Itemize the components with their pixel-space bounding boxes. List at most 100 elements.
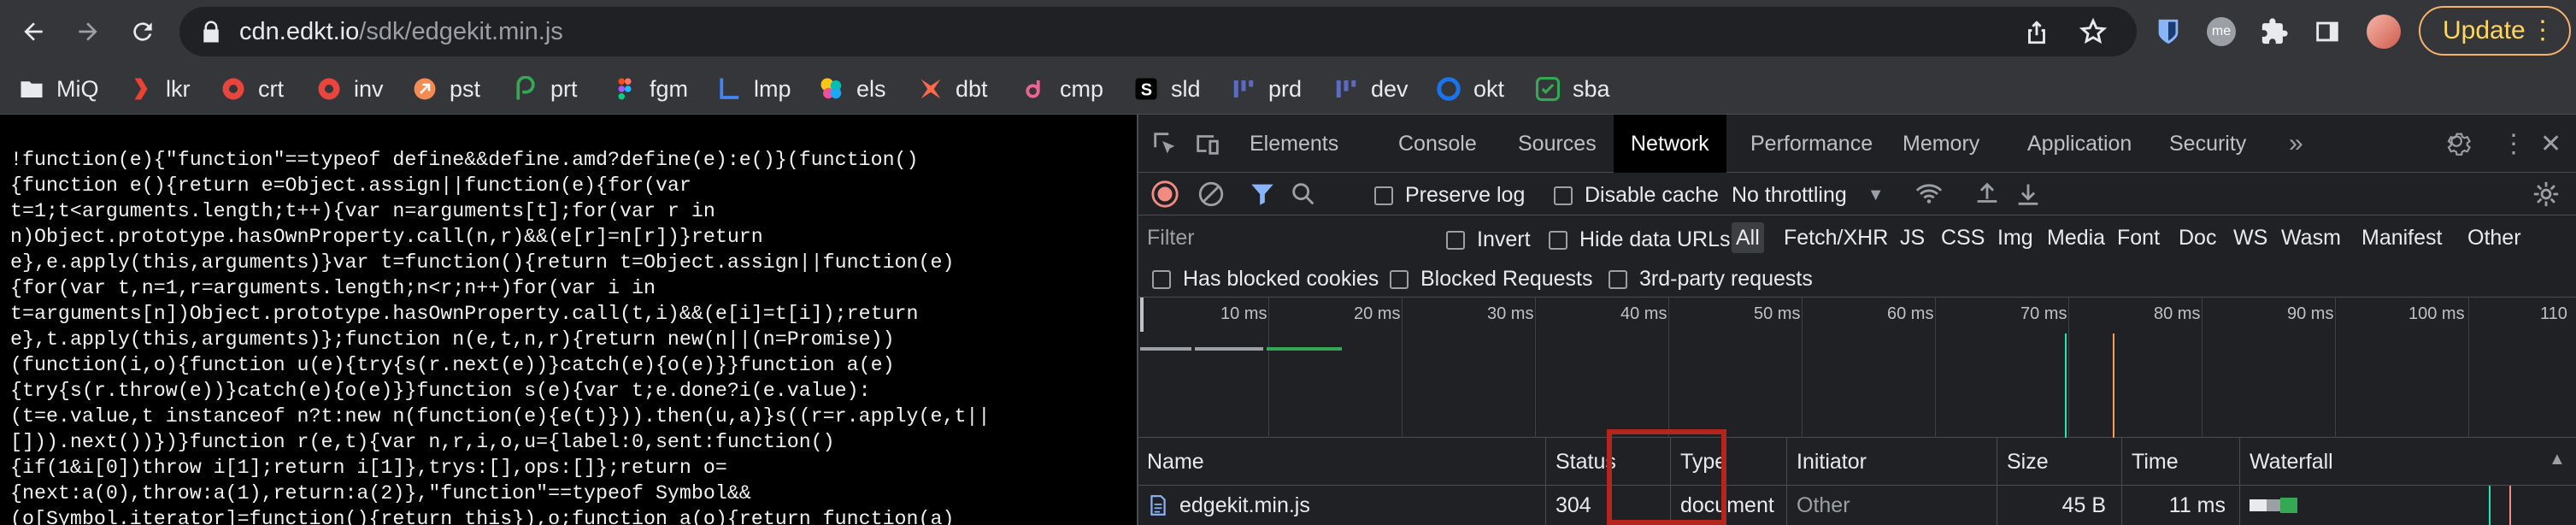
network-settings-icon[interactable] [2532,180,2561,209]
bookmark-pst[interactable]: pst [412,70,480,108]
filter-input[interactable]: Filter [1147,222,1420,253]
bookmark-lmp[interactable]: lmp [716,70,791,108]
bookmark-label: fgm [650,75,689,102]
bookmark-fgm[interactable]: fgm [612,70,688,108]
bookmark-miq[interactable]: MiQ [19,70,99,108]
update-button[interactable]: Update ⋮ [2419,6,2571,56]
column-waterfall[interactable]: Waterfall [2241,438,2333,486]
share-icon[interactable] [2022,17,2051,46]
filter-type-js[interactable]: JS [1896,222,1929,253]
filter-icon[interactable] [1248,180,1277,209]
back-button[interactable] [12,10,55,53]
page-source-view[interactable]: !function(e){"function"==typeof define&&… [0,115,1137,525]
tab-console[interactable]: Console [1398,115,1477,173]
hide-data-urls-checkbox[interactable]: Hide data URLs [1549,227,1730,252]
tab-memory[interactable]: Memory [1903,115,1979,173]
address-bar[interactable]: cdn.edkt.io/sdk/edgekit.min.js [179,7,2137,56]
more-tabs-icon[interactable]: » [2289,115,2303,173]
device-toolbar-icon[interactable] [1193,129,1222,158]
bookmark-cmp[interactable]: cmp [1022,70,1103,108]
url-text: cdn.edkt.io/sdk/edgekit.min.js [239,19,563,44]
filter-type-wasm[interactable]: Wasm [2277,222,2345,253]
filter-bar: Filter Invert Hide data URLs All Fetch/X… [1138,215,2576,298]
network-conditions-icon[interactable] [1914,180,1944,209]
column-name[interactable]: Name [1138,438,1204,486]
throttling-select[interactable]: No throttling ▼ [1732,183,1885,208]
bookmark-dev[interactable]: dev [1333,70,1409,108]
okta-icon [1436,76,1461,102]
disable-cache-checkbox[interactable]: Disable cache [1554,183,1719,208]
filter-type-all[interactable]: All [1732,222,1764,253]
inspect-element-icon[interactable] [1150,129,1179,158]
request-initiator: Other [1797,493,1850,517]
bookmark-dbt[interactable]: dbt [918,70,988,108]
close-devtools-icon[interactable]: ✕ [2540,115,2561,173]
timeline-gridline [1668,298,1669,438]
lock-icon[interactable] [198,19,224,44]
has-blocked-cookies-checkbox[interactable]: Has blocked cookies [1152,267,1379,292]
tab-sources[interactable]: Sources [1518,115,1597,173]
table-row[interactable]: edgekit.min.js 304 document Other 45 B 1… [1138,486,2576,525]
reload-button[interactable] [121,10,164,53]
bookmark-inv[interactable]: inv [316,70,384,108]
profile-avatar[interactable] [2364,12,2403,51]
filter-type-css[interactable]: CSS [1937,222,1989,253]
filter-type-ws[interactable]: WS [2229,222,2272,253]
bookmark-star-icon[interactable] [2079,17,2108,46]
inv-icon [316,76,342,102]
tab-performance[interactable]: Performance [1750,115,1873,173]
profile-extension[interactable]: me [2202,12,2241,51]
crt-icon [221,76,246,102]
bitwarden-extension[interactable] [2149,12,2188,51]
url-host: cdn.edkt.io [239,18,360,45]
filter-type-media[interactable]: Media [2043,222,2109,253]
import-har-icon[interactable] [1973,180,2002,209]
bookmark-prd[interactable]: prd [1231,70,1302,108]
tab-elements[interactable]: Elements [1250,115,1338,173]
filter-type-img[interactable]: Img [1993,222,2038,253]
invert-checkbox[interactable]: Invert [1446,227,1531,252]
tab-security[interactable]: Security [2169,115,2246,173]
waterfall-download-bar [2280,498,2297,513]
column-initiator[interactable]: Initiator [1788,438,1867,486]
preserve-log-checkbox[interactable]: Preserve log [1374,183,1525,208]
bookmark-okt[interactable]: okt [1436,70,1504,108]
timeline-tick-label: 60 ms [1887,304,1934,323]
clear-icon[interactable] [1197,180,1226,209]
bookmark-prt[interactable]: prt [513,70,578,108]
network-overview-timeline[interactable]: 10 ms 20 ms 30 ms 40 ms 50 ms 60 ms 70 m… [1138,298,2576,438]
column-status[interactable]: Status [1547,438,1616,486]
tab-application[interactable]: Application [2027,115,2132,173]
forward-button[interactable] [67,10,109,53]
filter-type-manifest[interactable]: Manifest [2357,222,2446,253]
blocked-requests-checkbox[interactable]: Blocked Requests [1390,267,1593,292]
column-size[interactable]: Size [1998,438,2049,486]
extensions-button[interactable] [2255,12,2294,51]
bookmark-label: dbt [956,75,988,102]
source-line: t=arguments[n])Object.prototype.hasOwnPr… [10,303,919,325]
bookmark-lkr[interactable]: lkr [128,70,191,108]
side-panel-button[interactable] [2308,12,2347,51]
devtools-menu-icon[interactable]: ⋮ [2501,115,2526,173]
bookmark-els[interactable]: els [819,70,886,108]
svg-text:S: S [1141,81,1152,100]
third-party-checkbox[interactable]: 3rd-party requests [1609,267,1813,292]
third-party-label: 3rd-party requests [1639,267,1813,291]
record-icon[interactable] [1150,180,1179,209]
search-icon[interactable] [1289,180,1318,209]
filter-type-doc[interactable]: Doc [2174,222,2220,253]
dom-content-loaded-marker [2065,333,2067,438]
filter-type-font[interactable]: Font [2113,222,2164,253]
bookmark-sba[interactable]: sba [1535,70,1610,108]
filter-type-fetch-xhr[interactable]: Fetch/XHR [1779,222,1892,253]
tab-network[interactable]: Network [1614,115,1726,173]
bookmark-sld[interactable]: S sld [1133,70,1201,108]
settings-gear-icon[interactable] [2444,129,2473,158]
checkbox-box [1609,269,1627,289]
column-time[interactable]: Time [2123,438,2179,486]
filter-type-other[interactable]: Other [2463,222,2526,253]
bookmark-crt[interactable]: crt [221,70,284,108]
source-line: {next:a(0),throw:a(1),return:a(2)},"func… [10,482,751,504]
export-har-icon[interactable] [2014,180,2043,209]
timeline-start-handle[interactable] [1140,298,1144,332]
